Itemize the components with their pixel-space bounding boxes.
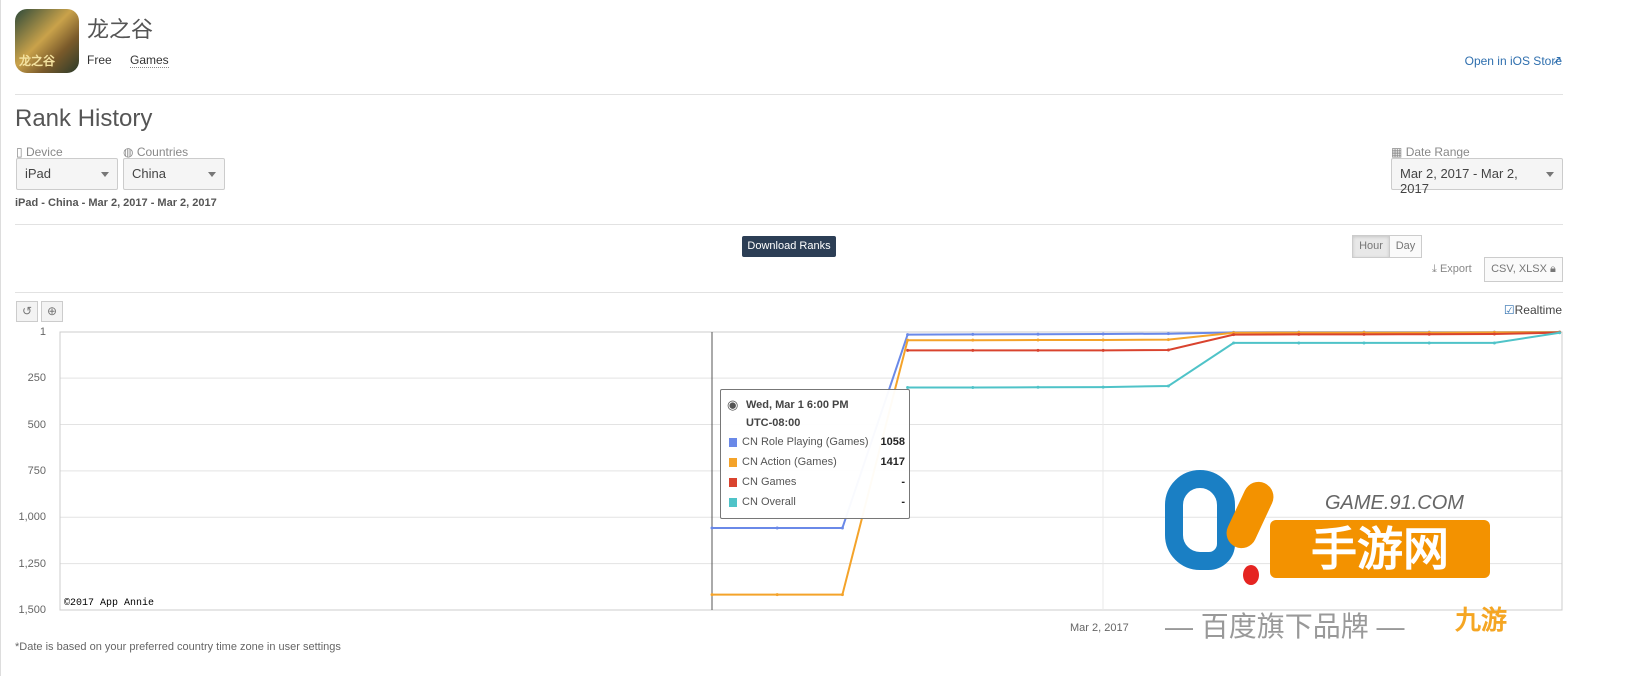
- chart-tooltip: ◉ Wed, Mar 1 6:00 PM UTC-08:00 CN Role P…: [720, 389, 910, 519]
- data-point: [1492, 332, 1496, 336]
- data-point: [840, 593, 844, 597]
- data-point: [775, 593, 779, 597]
- data-point: [906, 348, 910, 352]
- date-range-select[interactable]: Mar 2, 2017 - Mar 2, 2017: [1391, 158, 1563, 196]
- app-icon: 龙之谷: [15, 9, 79, 73]
- data-point: [1101, 348, 1105, 352]
- tooltip-timezone: UTC-08:00: [746, 417, 801, 429]
- reset-zoom-button[interactable]: ↺: [16, 301, 38, 322]
- data-point: [1101, 332, 1105, 336]
- app-title: 龙之谷: [87, 18, 154, 43]
- export-label: ⤓ Export: [1432, 263, 1472, 275]
- data-point: [710, 526, 714, 530]
- footnote: *Date is based on your preferred country…: [15, 641, 341, 653]
- open-ios-store-label: Open in iOS Store: [1464, 54, 1562, 68]
- data-point: [1036, 348, 1040, 352]
- day-toggle[interactable]: Day: [1389, 235, 1422, 258]
- tooltip-row: CN Role Playing (Games) 1058: [729, 436, 905, 450]
- app-category-link[interactable]: Games: [130, 53, 169, 68]
- tooltip-time: Wed, Mar 1 6:00 PM: [746, 399, 849, 411]
- data-point: [906, 333, 910, 337]
- data-point: [840, 526, 844, 530]
- legend-swatch: [729, 498, 737, 507]
- data-point: [1232, 333, 1236, 337]
- data-point: [710, 593, 714, 597]
- data-point: [1232, 341, 1236, 345]
- divider: [15, 292, 1563, 293]
- data-point: [1427, 341, 1431, 345]
- data-point: [1297, 341, 1301, 345]
- tooltip-row: CN Games -: [729, 476, 905, 490]
- data-point: [1362, 332, 1366, 336]
- page-title: Rank History: [15, 105, 153, 132]
- divider: [15, 94, 1563, 95]
- device-label: ▯ Device: [16, 145, 63, 159]
- tooltip-row: CN Action (Games) 1417: [729, 456, 905, 470]
- data-point: [1558, 331, 1562, 335]
- data-point: [1297, 332, 1301, 336]
- data-point: [971, 332, 975, 336]
- chevron-down-icon: [101, 172, 109, 177]
- data-point: [1166, 384, 1170, 388]
- app-icon-lettering: 龙之谷: [19, 54, 56, 68]
- export-csv-xlsx-button[interactable]: CSV, XLSX 🔒︎: [1484, 257, 1563, 282]
- x-tick-label: Mar 2, 2017: [1070, 622, 1129, 634]
- device-icon: ▯: [16, 145, 23, 159]
- zoom-in-icon: ⊕: [46, 304, 58, 318]
- external-link-icon: ↗: [1552, 53, 1563, 67]
- device-select[interactable]: iPad: [16, 158, 118, 190]
- app-price: Free: [87, 53, 112, 67]
- data-point: [775, 526, 779, 530]
- zoom-in-button[interactable]: ⊕: [41, 301, 63, 322]
- chevron-down-icon: [208, 172, 216, 177]
- legend-swatch: [729, 458, 737, 467]
- download-icon: ⤓: [1432, 263, 1437, 275]
- data-point: [1427, 332, 1431, 336]
- legend-swatch: [729, 438, 737, 447]
- data-point: [1362, 341, 1366, 345]
- data-point: [1492, 341, 1496, 345]
- globe-icon: ◉: [727, 397, 739, 412]
- data-point: [906, 338, 910, 342]
- data-point: [971, 338, 975, 342]
- countries-label: ◍ Countries: [123, 145, 189, 159]
- data-point: [1036, 385, 1040, 389]
- undo-icon: ↺: [21, 304, 33, 318]
- data-point: [1036, 338, 1040, 342]
- divider: [15, 224, 1563, 225]
- realtime-checkbox[interactable]: ☑Realtime: [1504, 303, 1562, 317]
- data-point: [1166, 332, 1170, 336]
- legend-swatch: [729, 478, 737, 487]
- data-point: [1101, 385, 1105, 389]
- data-point: [1166, 348, 1170, 352]
- globe-icon: ◍: [123, 145, 134, 159]
- filter-summary: iPad - China - Mar 2, 2017 - Mar 2, 2017: [15, 197, 217, 209]
- data-point: [1166, 338, 1170, 342]
- countries-select[interactable]: China: [123, 158, 225, 190]
- data-point: [971, 385, 975, 389]
- data-point: [1036, 332, 1040, 336]
- download-ranks-button[interactable]: Download Ranks: [742, 236, 836, 257]
- chevron-down-icon: [1546, 172, 1554, 177]
- data-point: [971, 348, 975, 352]
- open-ios-store-link[interactable]: Open in iOS Store: [1465, 54, 1562, 68]
- lock-icon: 🔒︎: [1550, 263, 1556, 275]
- hour-toggle[interactable]: Hour: [1352, 235, 1390, 258]
- date-range-label: ▦ Date Range: [1391, 145, 1470, 159]
- chart-credit: ©2017 App Annie: [64, 598, 155, 609]
- checkbox-checked-icon: ☑: [1503, 303, 1515, 317]
- calendar-icon: ▦: [1391, 145, 1403, 159]
- tooltip-row: CN Overall -: [729, 496, 905, 510]
- data-point: [1101, 338, 1105, 342]
